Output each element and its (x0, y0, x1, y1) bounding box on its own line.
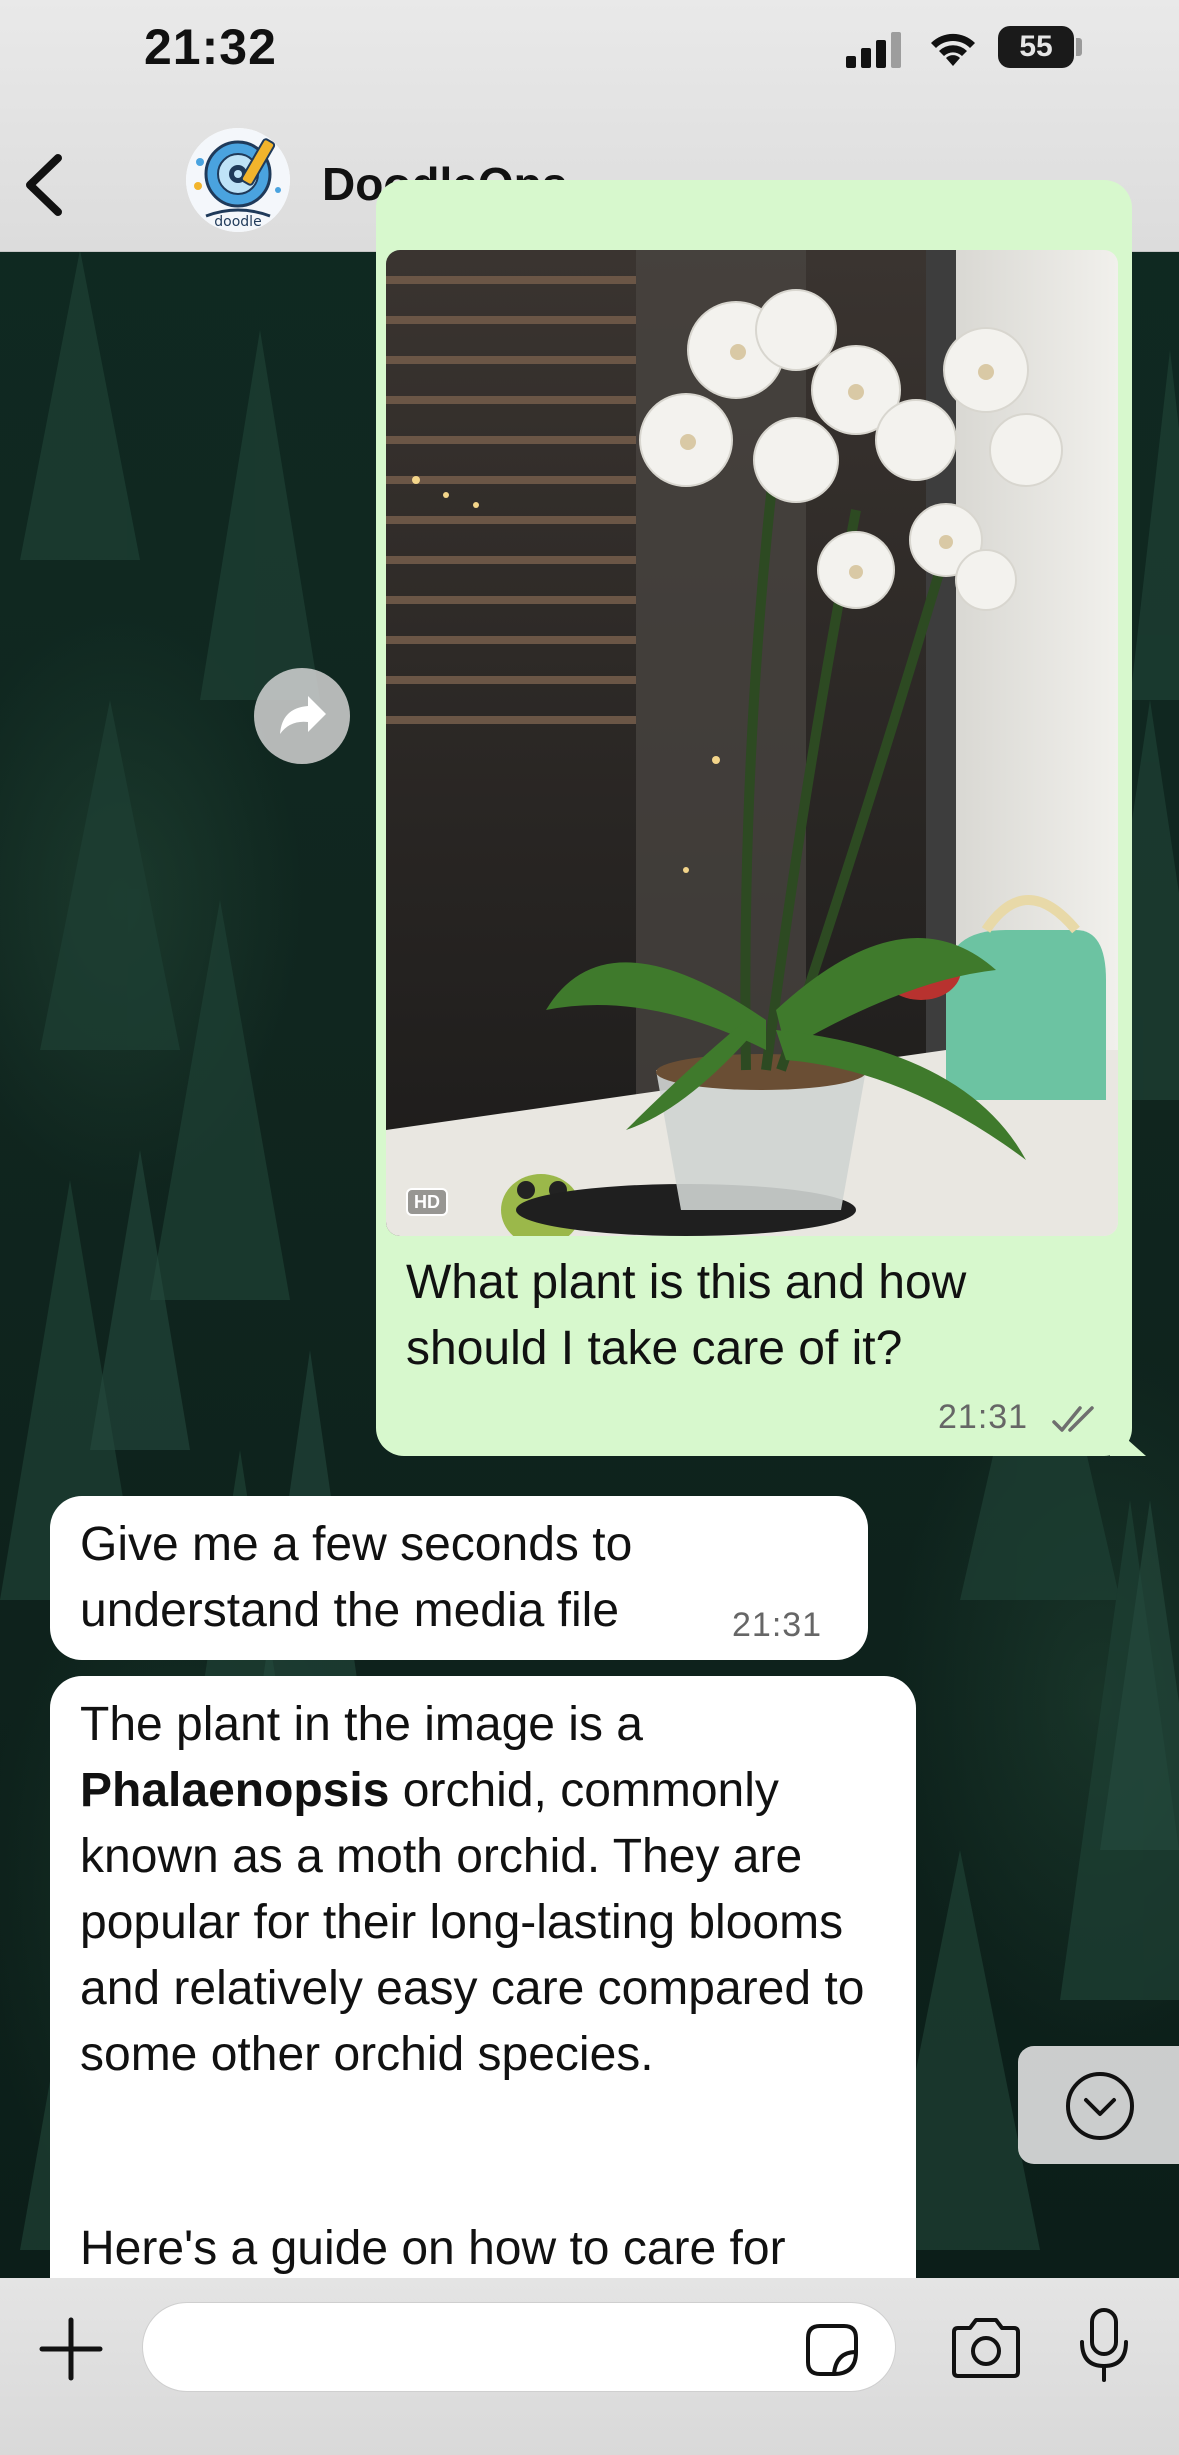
sticker-icon[interactable] (804, 2322, 860, 2378)
scroll-to-bottom-button[interactable] (1018, 2046, 1179, 2164)
back-button[interactable] (20, 150, 70, 220)
message-bold-text: Phalaenopsis (80, 1764, 390, 1817)
svg-text:doodle: doodle (214, 214, 261, 230)
forward-button[interactable] (254, 668, 350, 764)
message-timestamp: 21:31 (938, 1398, 1029, 1436)
incoming-message-text: The plant in the image is a Phalaenopsis… (80, 1692, 900, 2088)
message-input[interactable] (142, 2302, 896, 2392)
outgoing-message-text: What plant is this and how should I take… (406, 1256, 967, 1375)
cellular-signal-icon (846, 32, 901, 68)
message-timestamp: 21:31 (732, 1606, 823, 1644)
battery-indicator: 55 (998, 26, 1074, 68)
battery-tip (1076, 38, 1082, 56)
plus-icon[interactable] (38, 2316, 104, 2382)
double-check-icon (1052, 1406, 1094, 1432)
incoming-message-text-continued: Here's a guide on how to care for (80, 2222, 786, 2275)
doodleops-logo-icon: doodle (186, 128, 290, 232)
message-text-segment: The plant in the image is a (80, 1698, 643, 1751)
message-photo[interactable] (386, 250, 1118, 1236)
camera-icon[interactable] (948, 2316, 1024, 2380)
forward-arrow-icon (280, 696, 326, 734)
microphone-icon[interactable] (1076, 2306, 1132, 2386)
orchid-photo (386, 250, 1118, 1236)
status-time: 21:32 (144, 19, 277, 75)
incoming-message-text: Give me a few seconds to understand the … (80, 1518, 633, 1637)
wifi-icon (931, 33, 975, 66)
contact-avatar[interactable]: doodle (186, 128, 290, 232)
hd-badge: HD (406, 1188, 448, 1216)
chevron-down-circle-icon (1066, 2072, 1134, 2140)
